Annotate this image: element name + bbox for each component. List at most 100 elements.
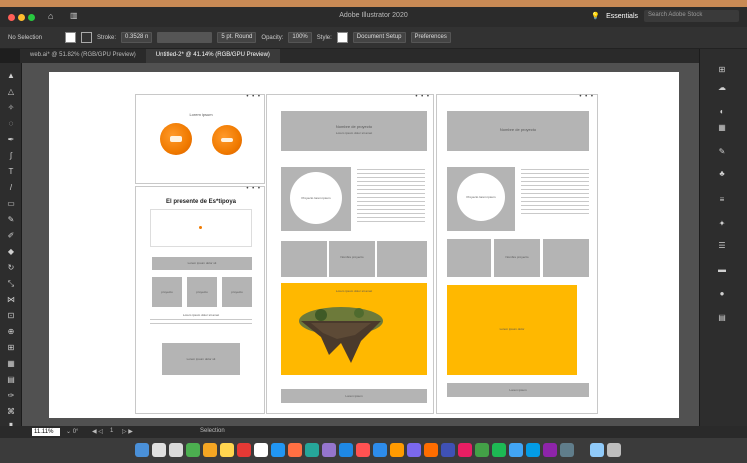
panel-dock: ⊞ ☁ ◐ ▦ ✎ ♣ ≡ ✦ ☰ ▬ ● ▤: [699, 49, 747, 433]
artboard-options-icon[interactable]: • • •: [246, 94, 261, 100]
safari-icon[interactable]: [169, 443, 183, 457]
teams-icon[interactable]: [543, 443, 557, 457]
artboard-number[interactable]: 1: [110, 428, 113, 434]
calendar-icon[interactable]: [237, 443, 251, 457]
artboard-project-1[interactable]: • • • Nombre de proyecto Lorem ipsum dol…: [266, 94, 434, 414]
gradient-tool-icon[interactable]: ▤: [6, 375, 16, 385]
align-icon[interactable]: ☰: [716, 241, 728, 251]
stock-search-input[interactable]: Search Adobe Stock: [644, 10, 739, 22]
lightroom-icon[interactable]: [424, 443, 438, 457]
right-banner: Nombre de proyecto: [447, 111, 589, 151]
music-icon[interactable]: [458, 443, 472, 457]
type-tool-icon[interactable]: T: [6, 167, 16, 177]
swatches-icon[interactable]: ▦: [716, 123, 728, 133]
color-icon[interactable]: ◐: [716, 107, 728, 117]
rotate-tool-icon[interactable]: ↻: [6, 263, 16, 273]
eyedropper-tool-icon[interactable]: ✑: [6, 391, 16, 401]
paintbrush-tool-icon[interactable]: ✎: [6, 215, 16, 225]
settings-icon[interactable]: [560, 443, 574, 457]
opacity-field[interactable]: 100%: [288, 32, 312, 43]
photoshop-icon[interactable]: [373, 443, 387, 457]
scale-tool-icon[interactable]: ⤡: [6, 279, 16, 289]
layers-icon[interactable]: ▤: [716, 313, 728, 323]
indesign-icon[interactable]: [356, 443, 370, 457]
style-swatch[interactable]: [336, 32, 348, 43]
blend-tool-icon[interactable]: ⌘: [6, 407, 16, 417]
pathfinder-icon[interactable]: ●: [716, 289, 728, 299]
illustrator-icon[interactable]: [390, 443, 404, 457]
shaper-tool-icon[interactable]: ✐: [6, 231, 16, 241]
finder-icon[interactable]: [135, 443, 149, 457]
fill-swatch[interactable]: [65, 32, 76, 43]
pen-tool-icon[interactable]: ✒: [6, 135, 16, 145]
magic-wand-tool-icon[interactable]: ✧: [6, 103, 16, 113]
app-store-icon[interactable]: [339, 443, 353, 457]
rectangle-tool-icon[interactable]: ▭: [6, 199, 16, 209]
properties-icon[interactable]: ⊞: [716, 65, 728, 75]
brush-dropdown[interactable]: 5 pt. Round: [217, 32, 257, 43]
artboard-nav-prev[interactable]: ◀ ◁: [92, 428, 103, 435]
preferences-button[interactable]: Preferences: [410, 32, 451, 43]
tab-web[interactable]: web.ai* @ 51.82% (RGB/GPU Preview): [20, 49, 146, 63]
control-bar: No Selection Stroke: 0.3528 n 5 pt. Roun…: [0, 27, 747, 49]
right-circle-photo: Proyecto lorem ipsum: [457, 173, 505, 221]
artboard-oranges[interactable]: • • • Lorem ipsum: [135, 94, 265, 184]
chrome-icon[interactable]: [203, 443, 217, 457]
photos-icon[interactable]: [288, 443, 302, 457]
variable-width-dropdown[interactable]: [157, 32, 213, 43]
whatsapp-icon[interactable]: [186, 443, 200, 457]
line-tool-icon[interactable]: /: [6, 183, 16, 193]
artboard-area[interactable]: • • • Lorem ipsum • • • El presente de E…: [49, 72, 679, 418]
trash-icon[interactable]: [607, 443, 621, 457]
transform-icon[interactable]: ▬: [716, 265, 728, 275]
selection-tool-icon[interactable]: ▲: [6, 71, 16, 81]
spotify-icon[interactable]: [492, 443, 506, 457]
intro-frame: [150, 209, 252, 247]
premiere-icon[interactable]: [441, 443, 455, 457]
appearance-icon[interactable]: ✦: [716, 219, 728, 229]
after-effects-icon[interactable]: [407, 443, 421, 457]
width-tool-icon[interactable]: ⋈: [6, 295, 16, 305]
mail-icon[interactable]: [271, 443, 285, 457]
perspective-grid-tool-icon[interactable]: ⊞: [6, 343, 16, 353]
podcasts-icon[interactable]: [322, 443, 336, 457]
artboard-project-2[interactable]: • • • Nombre de proyecto Proyecto lorem …: [436, 94, 598, 414]
stroke-weight-field[interactable]: 0.3528 n: [121, 32, 153, 43]
notes-icon[interactable]: [220, 443, 234, 457]
lightbulb-icon[interactable]: 💡: [591, 12, 600, 20]
button-a: Lorem ipsum dolor sit: [152, 257, 252, 270]
bottom-button: Lorem ipsum dolor sit: [162, 343, 240, 375]
workspace-switcher[interactable]: Essentials: [606, 13, 638, 20]
zoom-field[interactable]: 11.11%: [32, 428, 60, 436]
free-transform-tool-icon[interactable]: ⊡: [6, 311, 16, 321]
shape-builder-tool-icon[interactable]: ⊕: [6, 327, 16, 337]
tab-untitled-2[interactable]: Untitled-2* @ 41.14% (RGB/GPU Preview): [145, 49, 280, 63]
eraser-tool-icon[interactable]: ◆: [6, 247, 16, 257]
facetime-icon[interactable]: [475, 443, 489, 457]
reminders-icon[interactable]: [254, 443, 268, 457]
stroke-swatch[interactable]: [81, 32, 92, 43]
messages-icon[interactable]: [509, 443, 523, 457]
zoom-app-icon[interactable]: [526, 443, 540, 457]
direct-selection-tool-icon[interactable]: △: [6, 87, 16, 97]
document-tabs: web.ai* @ 51.82% (RGB/GPU Preview) Untit…: [20, 49, 747, 63]
lasso-tool-icon[interactable]: ◌: [6, 119, 16, 129]
symbols-icon[interactable]: ♣: [716, 169, 728, 179]
curvature-tool-icon[interactable]: ∫: [6, 151, 16, 161]
artboard-options-icon[interactable]: • • •: [246, 186, 261, 192]
launchpad-icon[interactable]: [152, 443, 166, 457]
artboard-options-icon[interactable]: • • •: [415, 94, 430, 100]
rotation-field[interactable]: ⌄ 0°: [66, 428, 78, 435]
libraries-icon[interactable]: ☁: [716, 83, 728, 93]
artboard-presente[interactable]: • • • El presente de Es*tipoya Lorem ips…: [135, 186, 265, 414]
maps-icon[interactable]: [305, 443, 319, 457]
brushes-icon[interactable]: ✎: [716, 147, 728, 157]
mesh-tool-icon[interactable]: ▦: [6, 359, 16, 369]
yellow-feature: Lorem ipsum dolor sit amet: [281, 283, 427, 375]
stroke-icon[interactable]: ≡: [716, 195, 728, 205]
document-setup-button[interactable]: Document Setup: [352, 32, 406, 43]
artboard-options-icon[interactable]: • • •: [579, 94, 594, 100]
downloads-folder-icon[interactable]: [590, 443, 604, 457]
artboard-nav-next[interactable]: ▷ ▶: [122, 428, 133, 435]
floating-island-image: [299, 307, 383, 363]
